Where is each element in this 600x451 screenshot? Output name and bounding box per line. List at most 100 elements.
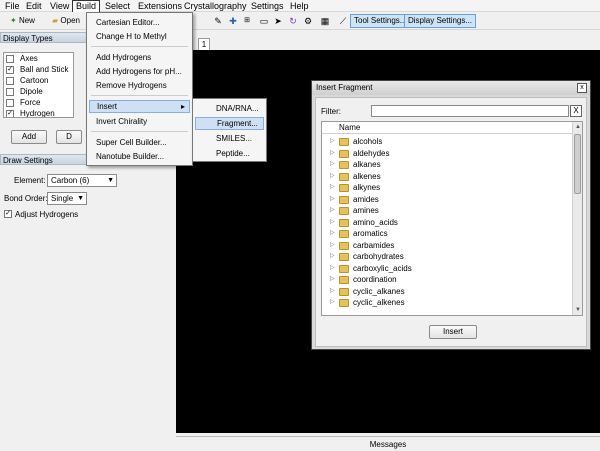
menu-item-nanotube-builder[interactable]: Nanotube Builder... [89,150,190,163]
expand-icon[interactable]: ▷ [330,182,335,194]
display-type-force[interactable]: Force [4,97,73,108]
display-type-label: Ball and Stick [20,65,69,74]
display-type-axes[interactable]: Axes [4,53,73,64]
checkbox[interactable] [6,99,14,107]
expand-icon[interactable]: ▷ [330,205,335,217]
tree-row[interactable]: ▷ alcohols [322,136,570,148]
menu-settings[interactable]: Settings [248,0,287,12]
navigate-icon[interactable]: ✚ [227,15,239,27]
tree-row[interactable]: ▷ carbamides [322,240,570,252]
tree-row[interactable]: ▷ aromatics [322,228,570,240]
align-icon[interactable]: ⟋ [337,15,349,27]
menu-extensions[interactable]: Extensions [135,0,185,12]
tree-row[interactable]: ▷ alkynes [322,182,570,194]
tree-row[interactable]: ▷ alkanes [322,159,570,171]
tree-row[interactable]: ▷ aldehydes [322,148,570,160]
expand-icon[interactable]: ▷ [330,194,335,206]
dialog-titlebar[interactable]: Insert Fragment [312,81,590,95]
expand-icon[interactable]: ▷ [330,251,335,263]
tree-row[interactable]: ▷ amines [322,205,570,217]
expand-icon[interactable]: ▷ [330,171,335,183]
tree-row[interactable]: ▷ carboxylic_acids [322,263,570,275]
expand-icon[interactable]: ▷ [330,297,335,309]
display-types-list[interactable]: Axes ✓ Ball and Stick Cartoon Dipole For… [3,52,74,118]
adjust-hydrogens-checkbox[interactable]: ✓ [4,210,12,218]
tab-molecule-1[interactable]: 1 [198,38,210,50]
menu-item-peptide[interactable]: Peptide... [195,147,264,160]
bond-centric-icon[interactable]: ⊞ [241,15,253,27]
display-settings-button[interactable]: Display Settings... [404,14,477,28]
expand-icon[interactable]: ▷ [330,148,335,160]
fragment-tree[interactable]: Name ▷ alcohols ▷ aldehydes ▷ alkanes ▷ alke… [321,121,583,316]
checkbox-checked[interactable]: ✓ [6,66,14,74]
menu-view[interactable]: View [47,0,72,12]
scrollbar-thumb[interactable] [574,134,581,194]
add-display-type-button[interactable]: Add [11,130,47,144]
menu-item-smiles[interactable]: SMILES... [195,132,264,145]
expand-icon[interactable]: ▷ [330,217,335,229]
tree-row[interactable]: ▷ cyclic_alkanes [322,286,570,298]
measure-icon[interactable]: ▦ [319,15,331,27]
expand-icon[interactable]: ▷ [330,228,335,240]
menu-item-add-hydrogens-ph[interactable]: Add Hydrogens for pH... [89,65,190,78]
menu-item-insert[interactable]: Insert ▸ [89,100,190,113]
rotate-icon[interactable]: ↻ [287,15,299,27]
pencil-icon[interactable]: ✎ [212,15,224,27]
cursor-icon[interactable]: ➤ [272,15,284,27]
display-type-second-button[interactable]: D [56,130,82,144]
tree-scrollbar[interactable]: ▲ ▼ [572,122,582,315]
menu-edit[interactable]: Edit [23,0,45,12]
menu-item-dna-rna[interactable]: DNA/RNA... [195,102,264,115]
tree-row[interactable]: ▷ alkenes [322,171,570,183]
menu-help[interactable]: Help [287,0,312,12]
scroll-up-icon[interactable]: ▲ [574,123,582,131]
menu-file[interactable]: File [2,0,23,12]
checkbox[interactable] [6,88,14,96]
menu-item-remove-hydrogens[interactable]: Remove Hydrogens [89,79,190,92]
checkbox[interactable] [6,55,14,63]
tab-strip [176,36,600,50]
close-icon[interactable]: x [577,83,587,93]
scroll-down-icon[interactable]: ▼ [574,306,582,314]
expand-icon[interactable]: ▷ [330,286,335,298]
menu-crystallography[interactable]: Crystallography [181,0,250,12]
select-icon[interactable]: ▭ [258,15,270,27]
display-type-cartoon[interactable]: Cartoon [4,75,73,86]
menu-item-super-cell-builder[interactable]: Super Cell Builder... [89,136,190,149]
display-type-dipole[interactable]: Dipole [4,86,73,97]
menu-item-cartesian-editor[interactable]: Cartesian Editor... [89,16,190,29]
menu-item-label: Insert [97,102,118,111]
tree-row[interactable]: ▷ amino_acids [322,217,570,229]
menu-item-invert-chirality[interactable]: Invert Chirality [89,115,190,128]
element-select[interactable]: Carbon (6) ▼ [47,174,117,187]
tree-row[interactable]: ▷ amides [322,194,570,206]
tree-row[interactable]: ▷ carbohydrates [322,251,570,263]
menu-item-fragment[interactable]: Fragment... [195,117,264,130]
folder-icon [339,253,349,261]
menu-item-add-hydrogens[interactable]: Add Hydrogens [89,51,190,64]
menu-item-change-h-to-methyl[interactable]: Change H to Methyl [89,30,190,43]
element-value: Carbon (6) [51,176,90,185]
checkbox[interactable] [6,77,14,85]
tool-settings-button[interactable]: Tool Settings... [350,14,411,28]
expand-icon[interactable]: ▷ [330,136,335,148]
bond-order-select[interactable]: Single ▼ [47,192,87,205]
checkbox-checked[interactable]: ✓ [6,110,14,117]
expand-icon[interactable]: ▷ [330,159,335,171]
open-button[interactable]: ▰ Open [48,14,84,28]
tree-row[interactable]: ▷ coordination [322,274,570,286]
display-type-ball-and-stick[interactable]: ✓ Ball and Stick [4,64,73,75]
expand-icon[interactable]: ▷ [330,263,335,275]
display-type-hydrogen-bond[interactable]: ✓ Hydrogen Bond [4,108,73,117]
messages-tab[interactable]: Messages [176,436,600,451]
menu-select[interactable]: Select [102,0,133,12]
expand-icon[interactable]: ▷ [330,274,335,286]
tree-column-header[interactable]: Name [322,122,572,134]
expand-icon[interactable]: ▷ [330,240,335,252]
new-button[interactable]: ✦ New [6,14,39,28]
insert-button[interactable]: Insert [429,325,477,339]
tree-row[interactable]: ▷ cyclic_alkenes [322,297,570,309]
filter-input[interactable] [371,105,569,117]
manipulate-icon[interactable]: ⚙ [302,15,314,27]
clear-filter-button[interactable]: X [570,105,582,117]
